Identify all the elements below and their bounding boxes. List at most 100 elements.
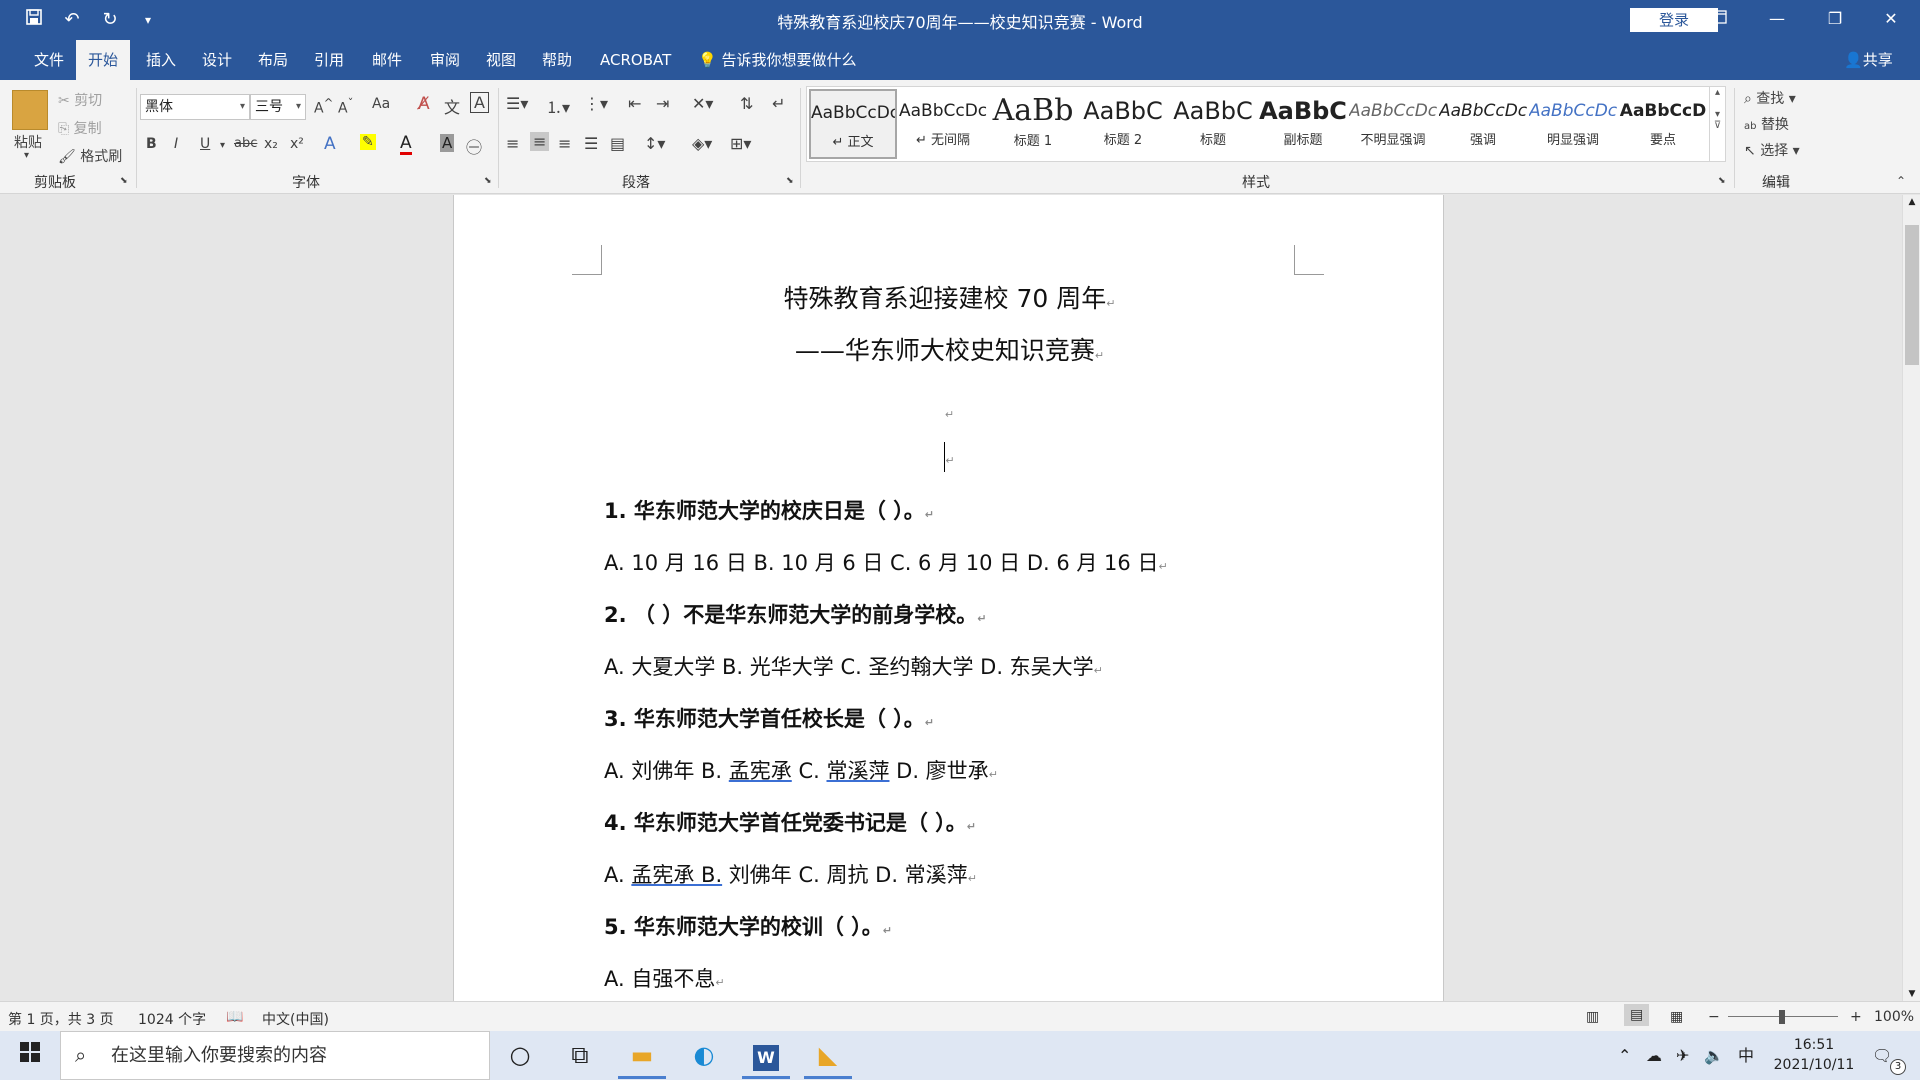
style-normal[interactable]: AaBbCcD​c ↵ 正文 — [809, 89, 897, 159]
text-effects-icon[interactable]: A — [324, 134, 336, 154]
tab-design[interactable]: 设计 — [190, 40, 244, 80]
underline-button[interactable]: U — [200, 136, 210, 152]
volume-icon[interactable]: 🔈 — [1704, 1031, 1724, 1080]
print-layout-icon[interactable]: ▤ — [1624, 1004, 1650, 1026]
sort-icon[interactable]: ⇅ — [740, 94, 753, 113]
select-button[interactable]: ↖ 选择 ▾ — [1744, 140, 1800, 160]
flagged-word[interactable]: 孟宪承 B. — [631, 863, 722, 887]
zoom-level[interactable]: 100% — [1874, 1009, 1914, 1025]
proofing-icon[interactable]: 📖 — [226, 1009, 243, 1025]
dialog-launcher-icon[interactable]: ⬊ — [1718, 176, 1726, 186]
zoom-in-icon[interactable]: + — [1850, 1009, 1862, 1025]
show-marks-icon[interactable]: ↵ — [772, 94, 785, 113]
multilevel-list-icon[interactable]: ⋮▾ — [584, 94, 608, 113]
word-icon[interactable]: W — [746, 1037, 786, 1073]
change-case-button[interactable]: Aa — [372, 96, 390, 112]
style-intense-emphasis[interactable]: AaBbCcDc 明显强调 — [1529, 89, 1617, 159]
font-color-icon[interactable]: A — [400, 134, 412, 155]
ribbon-display-options-icon[interactable] — [1690, 0, 1748, 40]
cut-button[interactable]: ✂ 剪切 — [58, 90, 102, 110]
chevron-down-icon[interactable]: ▾ — [220, 140, 225, 151]
highlight-icon[interactable]: ✎ — [360, 134, 376, 150]
shrink-font-icon[interactable]: Aˇ — [338, 96, 353, 117]
windows-start-icon[interactable] — [10, 1037, 50, 1073]
paste-button[interactable]: 粘贴 — [14, 132, 42, 152]
styles-scroll[interactable]: ▴ ▾ ⊽ — [1709, 87, 1725, 161]
grow-font-icon[interactable]: A^ — [314, 96, 333, 117]
style-heading-1[interactable]: AaBb 标题 1 — [989, 89, 1077, 159]
tab-insert[interactable]: 插入 — [134, 40, 188, 80]
scroll-up-icon[interactable]: ▲ — [1903, 197, 1920, 207]
tab-review[interactable]: 审阅 — [418, 40, 472, 80]
scroll-down-icon[interactable]: ▼ — [1903, 989, 1920, 999]
edge-icon[interactable]: ◐ — [684, 1037, 724, 1073]
paste-dropdown-icon[interactable]: ▾ — [24, 150, 29, 161]
style-strong[interactable]: AaBbCcD 要点 — [1619, 89, 1707, 159]
language[interactable]: 中文(中国) — [262, 1009, 329, 1029]
zoom-slider-thumb[interactable] — [1779, 1010, 1785, 1024]
vertical-scrollbar[interactable]: ▲ ▼ — [1902, 195, 1920, 1001]
notifications-icon[interactable]: 🗨 — [1872, 1031, 1892, 1080]
font-size-combo[interactable]: 三号 ▾ — [250, 94, 306, 120]
font-name-combo[interactable]: 黑体 ▾ — [140, 94, 250, 120]
collapse-ribbon-icon[interactable]: ⌃ — [1896, 174, 1906, 188]
zoom-out-icon[interactable]: − — [1708, 1009, 1720, 1025]
style-title[interactable]: AaBbC 标题 — [1169, 89, 1257, 159]
share-button[interactable]: 👤共享 — [1844, 40, 1893, 80]
chinese-layout-icon[interactable]: ✕▾ — [692, 94, 713, 113]
borders-icon[interactable]: ⊞▾ — [730, 134, 751, 153]
tab-home[interactable]: 开始 — [76, 40, 131, 80]
flagged-word[interactable]: 孟宪承 — [729, 759, 792, 783]
justify-icon[interactable]: ☰ — [584, 134, 598, 153]
taskbar-search[interactable]: ⌕ 在这里输入你要搜索的内容 — [60, 1031, 490, 1080]
tab-layout[interactable]: 布局 — [246, 40, 300, 80]
format-painter-button[interactable]: 🖌 格式刷 — [58, 146, 122, 166]
align-right-icon[interactable]: ≡ — [558, 134, 571, 153]
tab-file[interactable]: 文件 — [22, 40, 76, 80]
shading-icon[interactable]: ◈▾ — [692, 134, 712, 153]
document-page[interactable]: 特殊教育系迎接建校 70 周年↵ ——华东师大校史知识竞赛↵ ↵ ↵ 1. 华东… — [453, 195, 1444, 1001]
close-icon[interactable]: ✕ — [1862, 0, 1920, 40]
character-shading-icon[interactable]: A — [440, 134, 455, 152]
increase-indent-icon[interactable]: ⇥ — [656, 94, 669, 113]
dialog-launcher-icon[interactable]: ⬊ — [120, 176, 128, 186]
copy-button[interactable]: ⎘ 复制 — [58, 118, 102, 138]
onedrive-icon[interactable]: ☁ — [1646, 1031, 1662, 1080]
file-explorer-icon[interactable]: ▬ — [622, 1037, 662, 1073]
tab-references[interactable]: 引用 — [302, 40, 356, 80]
network-icon[interactable]: ✈ — [1676, 1031, 1689, 1080]
app-icon[interactable]: ◣ — [808, 1037, 848, 1073]
paste-icon[interactable] — [12, 90, 48, 130]
read-mode-icon[interactable]: ▥ — [1586, 1009, 1599, 1025]
bullets-icon[interactable]: ☰▾ — [506, 94, 528, 113]
minimize-icon[interactable]: — — [1748, 0, 1806, 40]
decrease-indent-icon[interactable]: ⇤ — [628, 94, 641, 113]
distributed-icon[interactable]: ▤ — [610, 134, 625, 153]
character-border-icon[interactable]: A — [470, 92, 489, 113]
tab-acrobat[interactable]: ACROBAT — [588, 40, 683, 80]
tab-help[interactable]: 帮助 — [530, 40, 584, 80]
line-spacing-icon[interactable]: ↕▾ — [644, 134, 665, 153]
enclose-characters-icon[interactable]: ㊀ — [466, 134, 482, 158]
style-subtitle[interactable]: AaBbC 副标题 — [1259, 89, 1347, 159]
clear-formatting-icon[interactable]: A̸ — [418, 94, 430, 114]
find-button[interactable]: ⌕ 查找 ▾ — [1744, 88, 1796, 108]
dialog-launcher-icon[interactable]: ⬊ — [484, 176, 492, 186]
numbering-icon[interactable]: ⒈▾ — [546, 94, 570, 118]
style-heading-2[interactable]: AaBbC 标题 2 — [1079, 89, 1167, 159]
clock[interactable]: 16:51 2021/10/11 — [1766, 1035, 1862, 1075]
italic-button[interactable]: I — [174, 136, 178, 152]
restore-icon[interactable]: ❐ — [1806, 0, 1864, 40]
task-view-icon[interactable]: ⧉ — [560, 1037, 600, 1073]
word-count[interactable]: 1024 个字 — [138, 1009, 206, 1029]
superscript-button[interactable]: x² — [290, 136, 304, 152]
cortana-icon[interactable]: ○ — [500, 1037, 540, 1073]
web-layout-icon[interactable]: ▦ — [1670, 1009, 1683, 1025]
phonetic-guide-icon[interactable]: 文 — [444, 94, 460, 118]
strikethrough-button[interactable]: abc — [234, 136, 257, 151]
flagged-word[interactable]: 常溪萍 — [826, 759, 889, 783]
show-hidden-icons-icon[interactable]: ⌃ — [1618, 1031, 1631, 1080]
tab-mailings[interactable]: 邮件 — [360, 40, 414, 80]
tell-me-search[interactable]: 💡 告诉我你想要做什么 — [698, 40, 856, 80]
bold-button[interactable]: B — [146, 136, 157, 152]
